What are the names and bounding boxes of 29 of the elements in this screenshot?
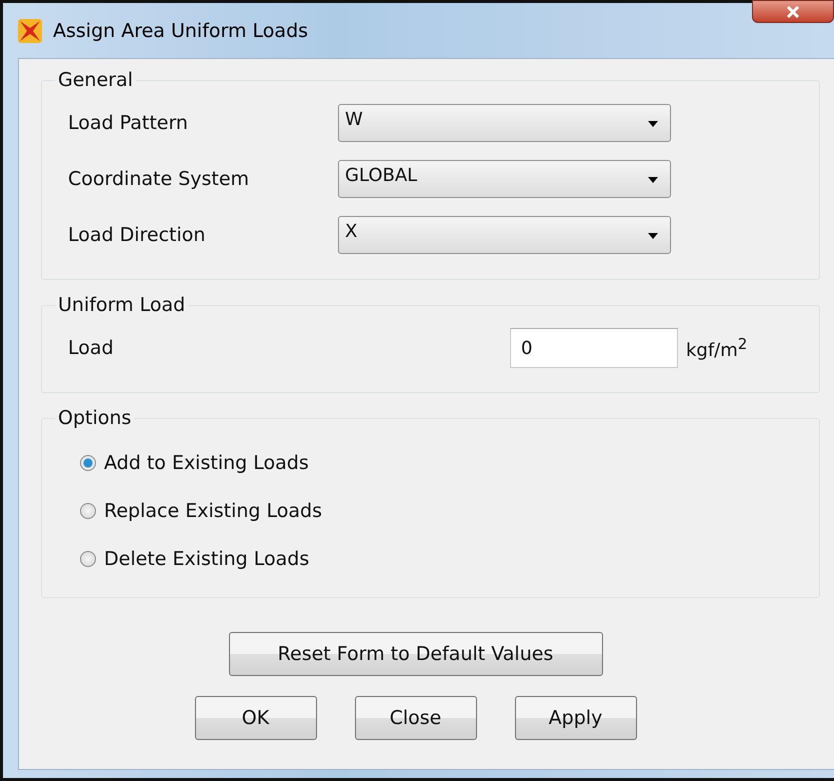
dropdown-arrow-icon (648, 177, 658, 183)
radio-button[interactable] (80, 503, 96, 519)
field-label: Load (68, 337, 115, 359)
dialog-button[interactable]: OK (194, 696, 316, 740)
radio-option[interactable]: Delete Existing Loads (80, 535, 793, 583)
dropdown[interactable]: W (338, 104, 671, 142)
load-input[interactable]: 0 (510, 328, 678, 368)
group-title: Uniform Load (57, 294, 186, 316)
close-icon (786, 6, 800, 18)
radio-option[interactable]: Add to Existing Loads (80, 439, 793, 487)
field-label: Coordinate System (68, 168, 250, 190)
dropdown-arrow-icon (648, 233, 658, 239)
radio-button[interactable] (80, 455, 96, 471)
window-title: Assign Area Uniform Loads (53, 20, 308, 42)
reset-button[interactable]: Reset Form to Default Values (228, 632, 602, 676)
app-logo-icon (17, 18, 43, 44)
unit-label: kgf/m$^{2}$ (686, 335, 748, 361)
field-label: Load Pattern (68, 112, 189, 134)
radio-option[interactable]: Replace Existing Loads (80, 487, 793, 535)
dropdown[interactable]: X (338, 216, 671, 254)
dialog-button[interactable]: Close (354, 696, 476, 740)
radio-button[interactable] (80, 551, 96, 567)
group-title: General (57, 69, 134, 91)
dropdown[interactable]: GLOBAL (338, 160, 671, 198)
dropdown-arrow-icon (648, 121, 658, 127)
dialog-button[interactable]: Apply (514, 696, 636, 740)
field-label: Load Direction (68, 224, 206, 246)
close-button[interactable] (752, 0, 834, 23)
group-title: Options (57, 407, 132, 429)
